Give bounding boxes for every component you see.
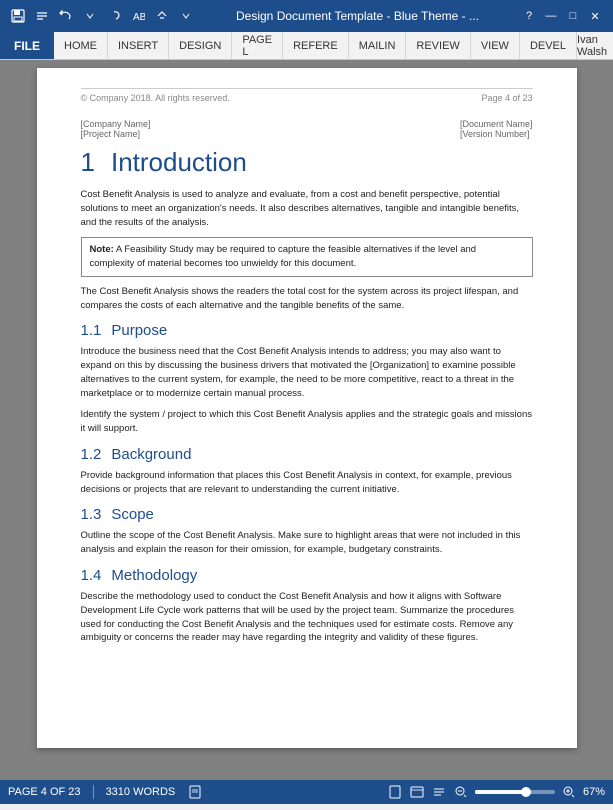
section-13-title: Scope	[111, 506, 154, 523]
web-layout-icon[interactable]	[409, 784, 425, 800]
tab-references[interactable]: REFERE	[283, 32, 349, 59]
section-11-title: Purpose	[111, 322, 167, 339]
tab-page-layout[interactable]: PAGE L	[232, 32, 283, 59]
quick-access-icon[interactable]	[32, 6, 52, 26]
section-12-number: 1.2	[81, 446, 102, 463]
tab-insert[interactable]: INSERT	[108, 32, 169, 59]
status-icons	[187, 784, 203, 800]
note-label: Note:	[90, 244, 116, 255]
version-number: [Version Number]	[460, 129, 533, 139]
user-area: Ivan Walsh K	[577, 32, 613, 59]
svg-text:ABC: ABC	[133, 12, 145, 23]
section-1-number: 1	[81, 147, 95, 177]
page-header: © Company 2018. All rights reserved. Pag…	[81, 88, 533, 103]
zoom-in-icon[interactable]	[561, 784, 577, 800]
section-14-heading: 1.4 Methodology	[81, 567, 533, 584]
company-block: [Company Name] [Project Name] [Document …	[81, 119, 533, 139]
section-13-heading: 1.3 Scope	[81, 506, 533, 523]
zoom-out-icon[interactable]	[453, 784, 469, 800]
status-bar: PAGE 4 OF 23 3310 WORDS	[0, 780, 613, 804]
zoom-fill	[475, 790, 523, 794]
zoom-track[interactable]	[475, 790, 555, 794]
tab-design[interactable]: DESIGN	[169, 32, 232, 59]
project-name: [Project Name]	[81, 129, 151, 139]
tab-view[interactable]: VIEW	[471, 32, 520, 59]
word-count: 3310 WORDS	[106, 786, 176, 798]
window-title: Design Document Template - Blue Theme - …	[202, 9, 513, 23]
document-page: © Company 2018. All rights reserved. Pag…	[37, 68, 577, 748]
doc-name: [Document Name]	[460, 119, 533, 129]
section-13-number: 1.3	[81, 506, 102, 523]
section-1-heading: 1 Introduction	[81, 147, 533, 178]
section-11-heading: 1.1 Purpose	[81, 322, 533, 339]
minimize-button[interactable]: —	[541, 6, 561, 26]
company-name: [Company Name]	[81, 119, 151, 129]
undo-icon[interactable]	[56, 6, 76, 26]
note-text: A Feasibility Study may be required to c…	[90, 244, 477, 269]
spell-check-icon[interactable]: ABC	[128, 6, 148, 26]
s13-para-1: Outline the scope of the Cost Benefit An…	[81, 529, 533, 557]
tab-mailings[interactable]: MAILIN	[349, 32, 407, 59]
section-14-number: 1.4	[81, 567, 102, 584]
tab-developer[interactable]: DEVEL	[520, 32, 577, 59]
user-name: Ivan Walsh	[577, 34, 613, 58]
s12-para-1: Provide background information that plac…	[81, 469, 533, 497]
section-1-title: Introduction	[111, 147, 247, 177]
window-controls: ? — □ ✕	[519, 6, 605, 26]
print-layout-icon[interactable]	[387, 784, 403, 800]
document-area: © Company 2018. All rights reserved. Pag…	[0, 60, 613, 780]
copyright-text: © Company 2018. All rights reserved.	[81, 93, 230, 103]
save-icon[interactable]	[8, 6, 28, 26]
undo-dropdown-icon[interactable]	[80, 6, 100, 26]
tab-review[interactable]: REVIEW	[406, 32, 470, 59]
company-left: [Company Name] [Project Name]	[81, 119, 151, 139]
zoom-level: 67%	[583, 786, 605, 798]
page-info: PAGE 4 OF 23	[8, 786, 81, 798]
s11-para-2: Identify the system / project to which t…	[81, 408, 533, 436]
section-12-title: Background	[111, 446, 191, 463]
page-number: Page 4 of 23	[481, 93, 532, 103]
maximize-button[interactable]: □	[563, 6, 583, 26]
section-14-title: Methodology	[111, 567, 197, 584]
tab-home[interactable]: HOME	[54, 32, 108, 59]
status-divider-1	[93, 785, 94, 799]
redo-icon[interactable]	[104, 6, 124, 26]
toolbar-icons: ABC	[8, 6, 196, 26]
ribbon-tabs-row: FILE HOME INSERT DESIGN PAGE L REFERE MA…	[0, 32, 613, 60]
doc-stats-icon[interactable]	[187, 784, 203, 800]
status-right: 67%	[387, 784, 605, 800]
s14-para-1: Describe the methodology used to conduct…	[81, 590, 533, 645]
s11-para-1: Introduce the business need that the Cos…	[81, 345, 533, 400]
format-icon[interactable]	[152, 6, 172, 26]
section-12-heading: 1.2 Background	[81, 446, 533, 463]
intro-para-1: Cost Benefit Analysis is used to analyze…	[81, 188, 533, 229]
section-11-number: 1.1	[81, 322, 102, 339]
zoom-slider[interactable]	[475, 790, 555, 794]
question-button[interactable]: ?	[519, 6, 539, 26]
outline-view-icon[interactable]	[431, 784, 447, 800]
close-button[interactable]: ✕	[585, 6, 605, 26]
company-right: [Document Name] [Version Number]	[460, 119, 533, 139]
note-box: Note: A Feasibility Study may be require…	[81, 237, 533, 277]
intro-para-2: The Cost Benefit Analysis shows the read…	[81, 285, 533, 313]
zoom-thumb	[521, 787, 531, 797]
title-bar: ABC Design Document Template - Blue Them…	[0, 0, 613, 32]
quick-access-dropdown[interactable]	[176, 6, 196, 26]
file-tab[interactable]: FILE	[0, 32, 54, 59]
